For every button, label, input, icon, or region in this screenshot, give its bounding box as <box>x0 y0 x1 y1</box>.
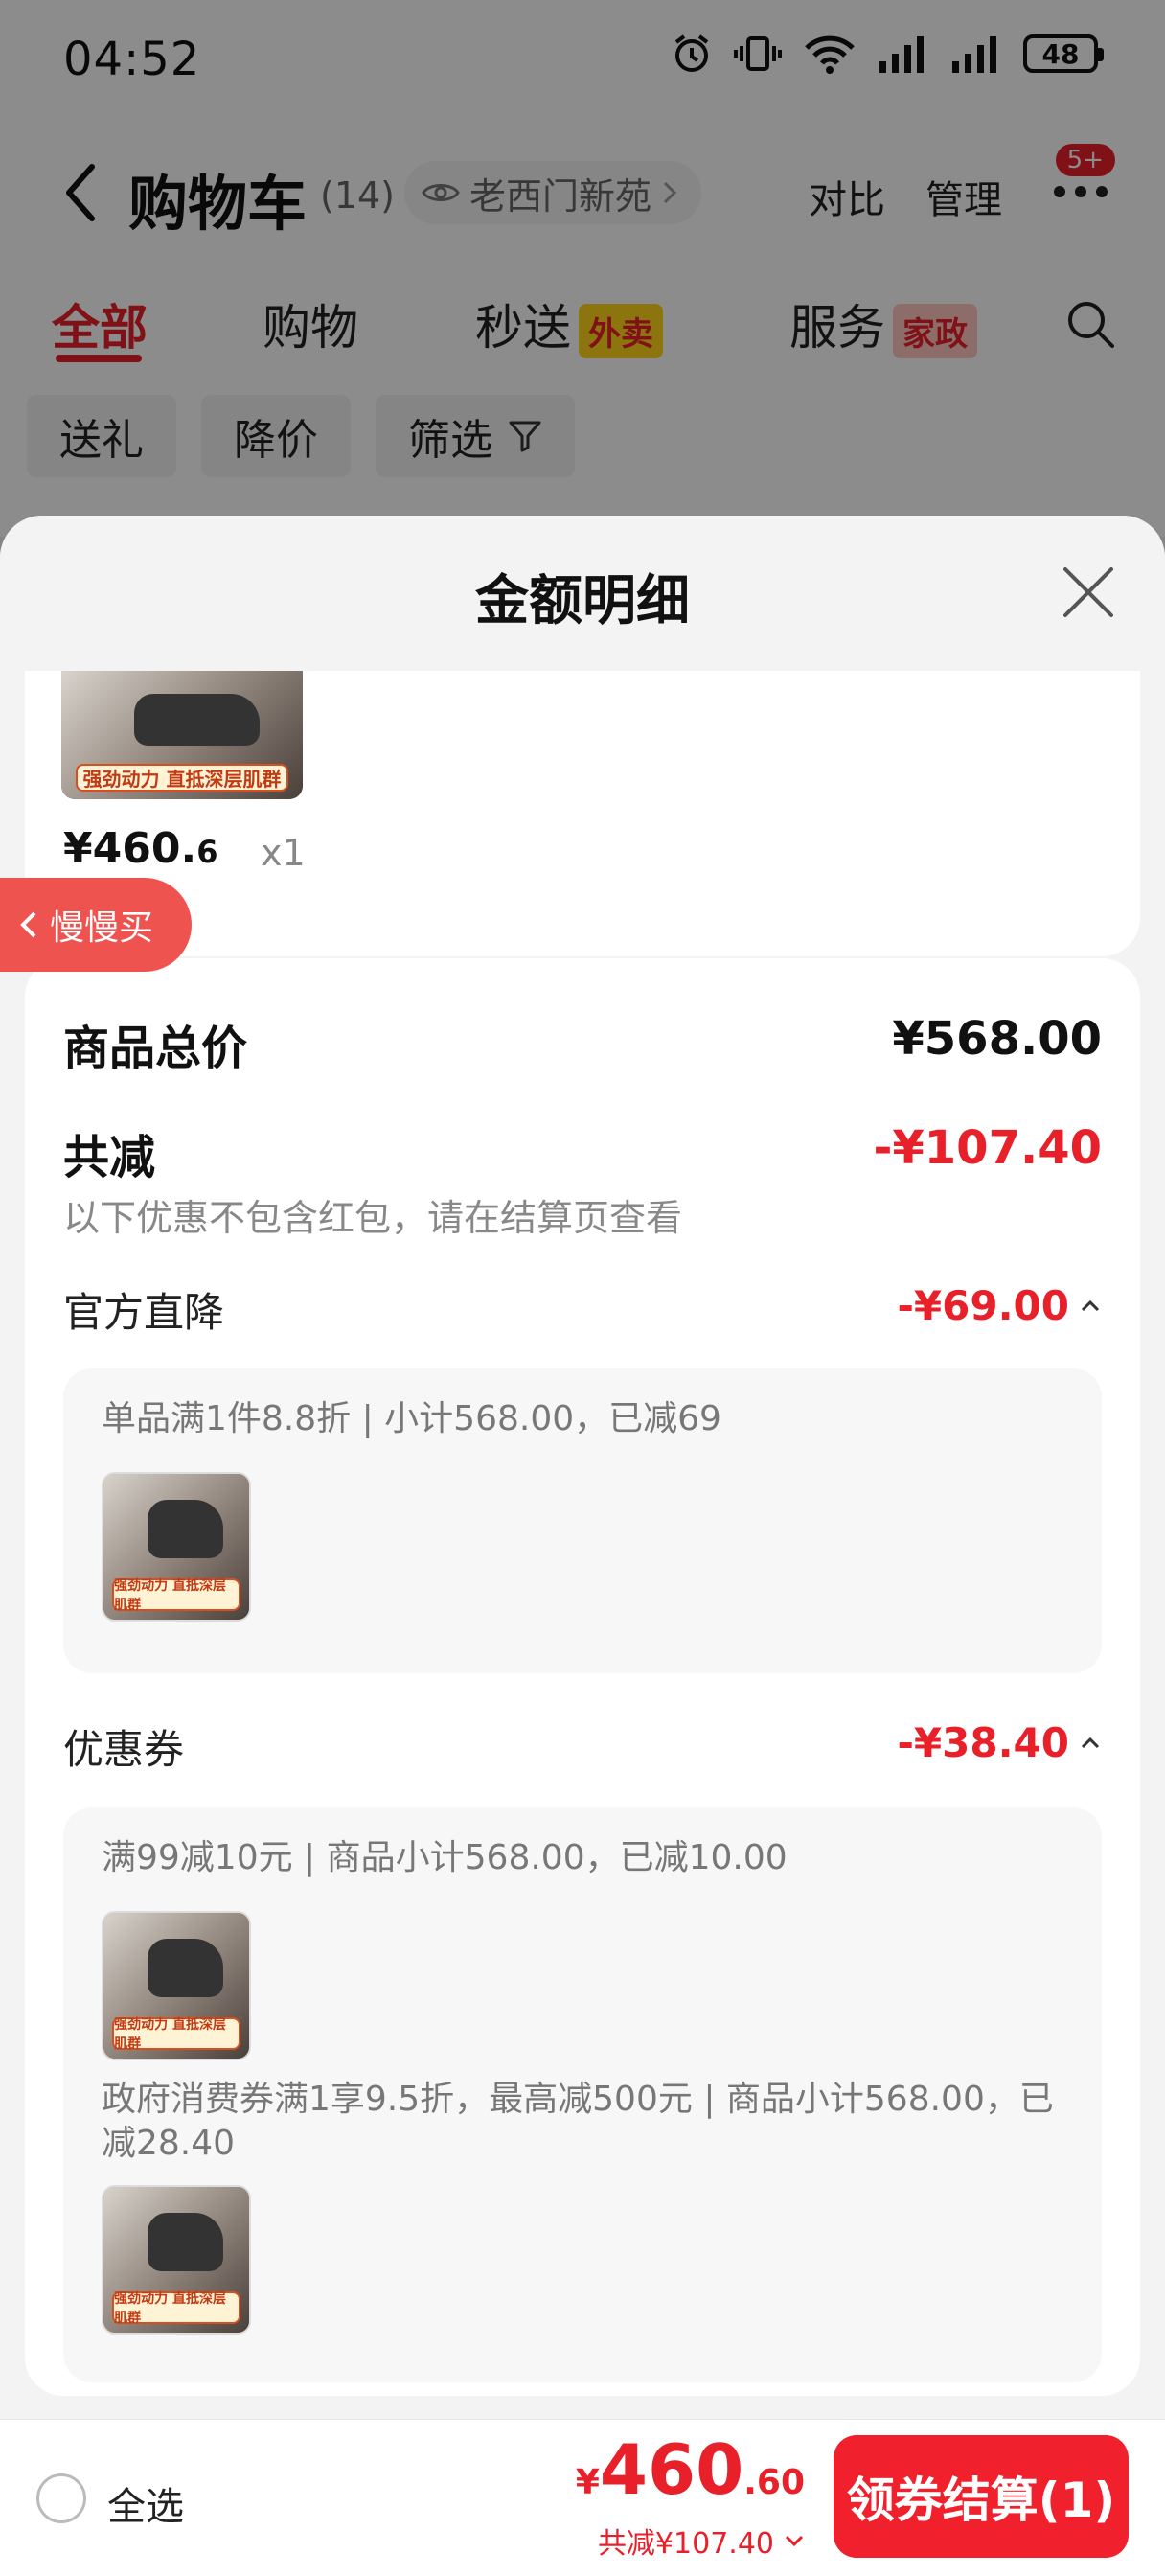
select-all-label[interactable]: 全选 <box>107 2475 184 2531</box>
product-card: 强劲动力 直抵深层肌群 ¥460.6 x1 <box>25 671 1140 956</box>
product-price: ¥460.6 <box>63 824 217 873</box>
thumb-banner-coupon-2: 强劲动力 直抵深层肌群 <box>112 2291 240 2326</box>
official-discount-detail: 单品满1件8.8折 | 小计568.00，已减69 强劲动力 直抵深层肌群 <box>63 1368 1102 1673</box>
coupon-thumbnail-1[interactable]: 强劲动力 直抵深层肌群 <box>102 1911 251 2060</box>
coupon-value: -¥38.40 <box>897 1719 1069 1766</box>
coupon-thumbnail-2[interactable]: 强劲动力 直抵深层肌群 <box>102 2185 251 2334</box>
chevron-up-icon <box>1081 1736 1100 1748</box>
saved-toggle[interactable]: 共减¥107.40 <box>598 2519 805 2562</box>
checkout-bar: 全选 ¥ 460 .60 共减¥107.40 领券结算(1) <box>0 2419 1165 2576</box>
product-price-main: ¥460. <box>63 824 197 873</box>
coupon-detail-text-2: 政府消费券满1享9.5折，最高减500元 | 商品小计568.00，已减28.4… <box>102 2080 1054 2163</box>
thumb-banner-official: 强劲动力 直抵深层肌群 <box>112 1578 240 1613</box>
thumb-banner: 强劲动力 直抵深层肌群 <box>76 763 288 792</box>
coupon-toggle[interactable]: -¥38.40 <box>897 1719 1102 1766</box>
discount-label: 共减 <box>63 1131 156 1184</box>
official-discount-toggle[interactable]: -¥69.00 <box>897 1282 1102 1329</box>
chevron-down-icon <box>785 2535 804 2547</box>
official-discount-value: -¥69.00 <box>897 1282 1069 1329</box>
official-discount-thumbnail[interactable]: 强劲动力 直抵深层肌群 <box>102 1472 251 1622</box>
total-int: 460 <box>599 2429 744 2510</box>
chevron-up-icon <box>1081 1300 1100 1311</box>
sheet-title: 金额明细 <box>475 570 690 632</box>
amount-detail-sheet: 金额明细 强劲动力 直抵深层肌群 ¥460.6 x1 商品总价 ¥568.00 … <box>0 516 1165 2576</box>
coupon-detail: 满99减10元 | 商品小计568.00，已减10.00 强劲动力 直抵深层肌群… <box>63 1807 1102 2382</box>
total-currency: ¥ <box>575 2463 600 2502</box>
chevron-left-icon <box>20 911 36 938</box>
total-decimal: .60 <box>743 2463 805 2502</box>
close-icon[interactable] <box>1062 565 1115 619</box>
product-quantity: x1 <box>261 832 306 874</box>
coupon-label: 优惠券 <box>63 1726 185 1773</box>
product-thumbnail[interactable]: 强劲动力 直抵深层肌群 <box>61 671 303 799</box>
checkout-button[interactable]: 领券结算(1) <box>834 2435 1129 2558</box>
discount-value: -¥107.40 <box>873 1121 1102 1175</box>
coupon-detail-text-1: 满99减10元 | 商品小计568.00，已减10.00 <box>102 1838 788 1877</box>
official-discount-text: 单品满1件8.8折 | 小计568.00，已减69 <box>102 1399 721 1438</box>
thumb-banner-coupon-1: 强劲动力 直抵深层肌群 <box>112 2017 240 2052</box>
sheet-header: 金额明细 <box>0 516 1165 671</box>
discount-hint: 以下优惠不包含红包，请在结算页查看 <box>63 1197 683 1239</box>
price-summary-card: 商品总价 ¥568.00 共减 -¥107.40 以下优惠不包含红包，请在结算页… <box>25 958 1140 2396</box>
saved-amount: 共减¥107.40 <box>597 2527 774 2561</box>
total-label: 商品总价 <box>63 1022 248 1075</box>
product-price-decimal: 6 <box>196 834 218 870</box>
select-all-radio[interactable] <box>36 2473 86 2523</box>
official-discount-label: 官方直降 <box>63 1289 225 1336</box>
slow-buy-pill[interactable]: 慢慢买 <box>0 878 192 972</box>
total-price: ¥ 460 .60 <box>576 2429 805 2510</box>
total-value: ¥568.00 <box>892 1012 1102 1066</box>
slow-buy-label: 慢慢买 <box>50 908 154 948</box>
